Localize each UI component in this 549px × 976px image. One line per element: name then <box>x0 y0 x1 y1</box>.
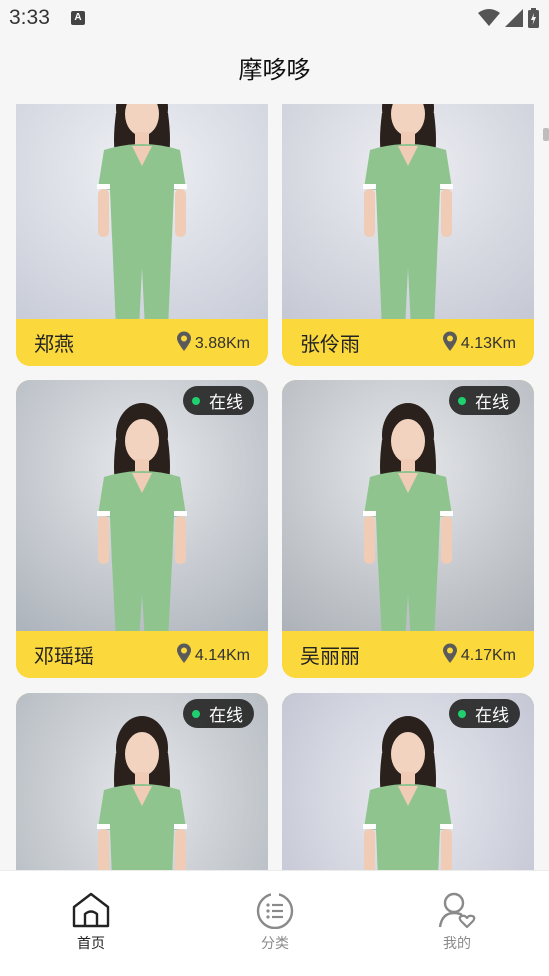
profile-photo <box>16 104 268 319</box>
status-time: 3:33 <box>9 6 50 29</box>
profile-photo <box>16 380 268 631</box>
profile-name: 邓瑶瑶 <box>34 644 94 668</box>
notification-a-icon: A <box>71 11 85 25</box>
profile-name: 吴丽丽 <box>300 644 360 668</box>
home-icon <box>72 892 110 928</box>
location-pin-icon <box>176 643 192 668</box>
online-label: 在线 <box>475 393 509 413</box>
online-badge: 在线 <box>449 386 520 415</box>
tab-label: 首页 <box>77 936 105 952</box>
tab-category[interactable]: 分类 <box>230 891 320 953</box>
profile-card[interactable]: 在线 邓瑶瑶 4.14Km <box>16 380 268 678</box>
profile-card[interactable]: 在线 <box>282 693 534 870</box>
category-icon <box>256 891 294 929</box>
distance-value: 3.88Km <box>194 334 250 352</box>
tab-label: 我的 <box>443 936 471 952</box>
online-dot-icon <box>458 709 466 718</box>
location-pin-icon <box>442 643 458 668</box>
cellular-signal-icon <box>505 9 523 27</box>
location-pin-icon <box>176 331 192 356</box>
distance-label: 3.88Km <box>176 331 250 356</box>
profile-grid[interactable]: 郑燕 3.88Km 张伶雨 4.13Km 在线 邓瑶瑶 4.14Km 在线 吴丽… <box>0 104 549 870</box>
bottom-tab-bar: 首页 分类 我的 <box>0 870 549 976</box>
tab-profile[interactable]: 我的 <box>412 891 502 953</box>
card-info-bar: 邓瑶瑶 4.14Km <box>16 631 268 678</box>
online-badge: 在线 <box>183 386 254 415</box>
profile-name: 张伶雨 <box>300 332 360 356</box>
distance-value: 4.13Km <box>460 334 516 352</box>
wifi-icon <box>478 9 500 26</box>
profile-name: 郑燕 <box>34 332 74 356</box>
profile-card[interactable]: 张伶雨 4.13Km <box>282 104 534 366</box>
tab-label: 分类 <box>261 936 289 952</box>
distance-label: 4.14Km <box>176 643 250 668</box>
online-dot-icon <box>458 396 466 405</box>
profile-card[interactable]: 在线 <box>16 693 268 870</box>
profile-card[interactable]: 郑燕 3.88Km <box>16 104 268 366</box>
location-pin-icon <box>442 331 458 356</box>
online-dot-icon <box>192 396 200 405</box>
profile-card[interactable]: 在线 吴丽丽 4.17Km <box>282 380 534 678</box>
page-title: 摩哆哆 <box>238 56 311 84</box>
battery-icon <box>528 8 539 28</box>
distance-value: 4.17Km <box>460 646 516 664</box>
online-label: 在线 <box>475 706 509 726</box>
scrollbar[interactable] <box>543 128 549 141</box>
tab-home[interactable]: 首页 <box>46 891 136 953</box>
online-badge: 在线 <box>449 699 520 728</box>
online-badge: 在线 <box>183 699 254 728</box>
online-label: 在线 <box>209 706 243 726</box>
card-info-bar: 郑燕 3.88Km <box>16 319 268 366</box>
distance-value: 4.14Km <box>194 646 250 664</box>
status-icons <box>478 8 539 28</box>
profile-photo <box>282 380 534 631</box>
status-bar: 3:33 A <box>0 0 549 36</box>
card-info-bar: 吴丽丽 4.17Km <box>282 631 534 678</box>
profile-photo <box>282 104 534 319</box>
distance-label: 4.13Km <box>442 331 516 356</box>
online-dot-icon <box>192 709 200 718</box>
card-info-bar: 张伶雨 4.13Km <box>282 319 534 366</box>
distance-label: 4.17Km <box>442 643 516 668</box>
online-label: 在线 <box>209 393 243 413</box>
profile-heart-icon <box>438 892 476 929</box>
